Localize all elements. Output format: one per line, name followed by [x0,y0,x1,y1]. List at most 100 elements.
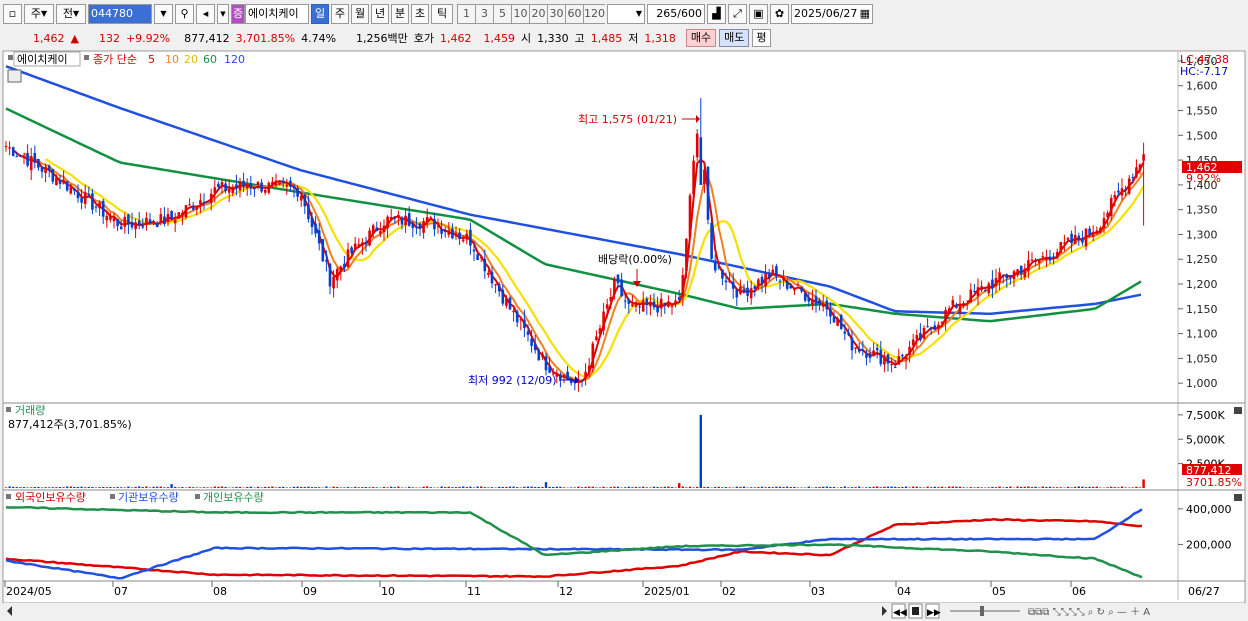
volume-tick-label: 7,500K [1186,409,1225,422]
volume-bar [411,487,414,488]
candle-body [951,300,955,306]
candle-body [782,277,785,281]
candle-body [1055,252,1059,259]
candle-body [278,181,281,185]
zoom-slider-handle[interactable] [980,606,984,616]
candle-body [1131,177,1135,179]
tab-minute[interactable]: 분 [391,4,409,24]
gear-icon[interactable]: ✿ [770,4,789,24]
volume-bar [530,486,533,488]
candle-body [55,177,58,186]
tool-icons[interactable]: ⧉⧉⧉ ⤡⤡⤡⤡ ⌕ ↻ ⌕ — ＋ A [1028,607,1150,618]
interval-10[interactable]: 10 [511,4,529,24]
volume-close-icon[interactable] [1234,407,1242,414]
calendar-icon[interactable]: ▦ [860,5,870,23]
candle-body [512,310,515,313]
candle-body [854,347,857,349]
volume-bar [501,486,504,488]
market-select[interactable]: 주 ▼ [24,4,54,24]
interval-20[interactable]: 20 [529,4,547,24]
candle-body [407,213,411,226]
search-icon[interactable]: ⚲ [175,4,194,24]
window-icon[interactable]: ▫ [3,4,22,24]
volume-bar [595,487,598,488]
save-icon[interactable]: ▣ [749,4,768,24]
candle-body [105,215,109,221]
candle-body [721,269,724,279]
volume-bar [588,486,591,488]
chart-area[interactable]: 1,6501,6001,5501,5001,4501,4001,3501,300… [0,50,1248,621]
volume-bar [681,486,684,488]
interval-120[interactable]: 120 [583,4,605,24]
tab-week[interactable]: 주 [331,4,349,24]
candle-body [37,159,40,168]
bar-count-field[interactable]: 265/600 [647,4,705,24]
volume-bar [656,486,659,488]
volume-bar [807,486,810,488]
low-label: 저 [628,32,639,45]
interval-30[interactable]: 30 [547,4,565,24]
sell-button[interactable]: 매도 [719,29,750,47]
volume-bar [314,487,317,488]
buy-button[interactable]: 매수 [685,29,717,47]
candle-body [958,304,962,313]
volume-bar [994,487,998,488]
interval-60[interactable]: 60 [565,4,583,24]
candle-body [112,217,116,222]
chart-type-icon[interactable]: ▟ [707,4,726,24]
volume-bar [357,487,360,488]
interval-custom-input[interactable]: ▼ [607,4,645,24]
speaker-icon[interactable]: ◂ [196,4,215,24]
interval-5[interactable]: 5 [493,4,511,24]
candle-body [58,179,62,184]
volume-bar [789,487,792,488]
table-icon[interactable] [7,69,22,83]
candle-body [44,166,47,173]
chevron-down-icon-2[interactable]: ▼ [217,4,229,24]
tab-second[interactable]: 초 [411,4,429,24]
candle-body [1030,259,1034,261]
volume-bar [112,487,116,488]
quote-bar: 1,462 ▲ 132 +9.92% 877,412 3,701.85% 4.7… [0,28,1248,48]
eval-button[interactable]: 평 [752,29,771,47]
tab-day[interactable]: 일 [311,4,329,24]
candle-body [242,180,245,187]
ma-legend-20: 20 [184,53,198,66]
interval-1[interactable]: 1 [457,4,475,24]
volume-bar [390,486,393,488]
stock-name[interactable]: 에이치케이 [245,4,309,24]
volume-bar [660,487,663,488]
date-input[interactable]: 2025/06/27 ▦ [791,4,873,24]
candle-body [695,133,699,158]
candle-body [681,275,685,297]
candle-body [404,215,407,226]
holding-close-icon[interactable] [1234,494,1242,501]
volume-bar [760,486,764,488]
ma-legend-10: 10 [165,53,179,66]
tab-month[interactable]: 월 [351,4,369,24]
holding-legend-marker-1 [6,494,11,499]
volume-bar [904,486,908,488]
adjust-select[interactable]: 전 ▼ [56,4,86,24]
candle-body [91,193,94,210]
tab-tick[interactable]: 틱 [431,4,453,24]
code-input[interactable]: 044780 [88,4,152,24]
candle-body [821,304,825,307]
open-price: 1,330 [537,31,569,45]
candle-body [919,332,922,340]
candle-body [677,297,681,300]
volume-bar [645,487,648,488]
volume-bar [793,486,796,488]
volume-value-label: 877,412주(3,701.85%) [8,418,132,431]
candle-body [767,274,771,278]
volume-bar [156,486,159,488]
volume-bar [505,486,508,488]
tab-year[interactable]: 년 [371,4,389,24]
volume-bar [552,486,555,488]
volume-bar [361,487,364,488]
interval-3[interactable]: 3 [475,4,493,24]
chevron-down-icon[interactable]: ▼ [154,4,173,24]
indicator-icon[interactable]: ⤢ [728,4,747,24]
volume-bar [1070,487,1073,488]
candle-body [159,214,163,223]
